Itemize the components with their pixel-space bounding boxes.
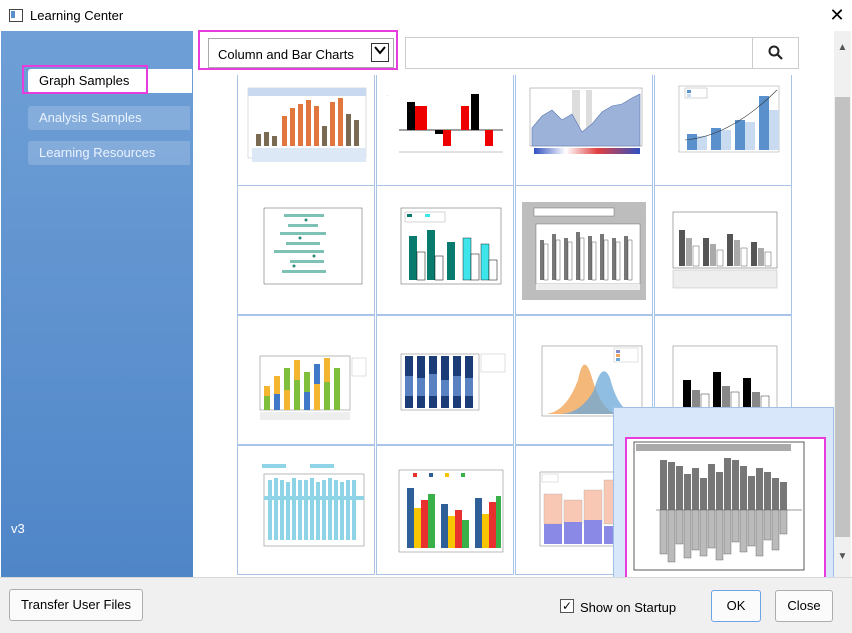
show-on-startup-label: Show on Startup <box>580 600 677 615</box>
scroll-up-icon[interactable]: ▲ <box>834 38 851 58</box>
sample-preview-image[interactable] <box>626 438 824 581</box>
transfer-user-files-button[interactable]: Transfer User Files <box>9 589 143 621</box>
scrollbar-thumb[interactable] <box>835 97 850 537</box>
svg-text:-: - <box>387 93 388 97</box>
sample-thumbnail[interactable]: - <box>376 75 514 201</box>
close-button[interactable]: Close <box>775 590 833 622</box>
sample-thumbnail[interactable] <box>654 185 792 315</box>
scroll-down-icon[interactable]: ▼ <box>834 547 851 567</box>
window-title: Learning Center <box>30 8 124 23</box>
app-icon <box>9 9 23 22</box>
sample-thumbnail[interactable] <box>376 445 514 575</box>
sidebar-item-label: Learning Resources <box>39 145 156 160</box>
sidebar-item-label: Graph Samples <box>39 73 130 88</box>
sample-thumbnail[interactable] <box>376 185 514 315</box>
sample-thumbnail[interactable] <box>654 75 792 201</box>
sample-thumbnail[interactable] <box>237 75 375 201</box>
sidebar-item-learning-resources[interactable]: Learning Resources <box>28 141 190 165</box>
sidebar-item-analysis-samples[interactable]: Analysis Samples <box>28 106 190 130</box>
search-icon <box>768 45 783 60</box>
search-button[interactable] <box>752 37 799 69</box>
category-value: Column and Bar Charts <box>218 47 354 62</box>
category-dropdown[interactable]: Column and Bar Charts <box>208 38 394 68</box>
sample-thumbnail[interactable] <box>515 75 653 201</box>
show-on-startup-checkbox[interactable]: ✓ <box>560 599 574 613</box>
close-icon[interactable]: ✕ <box>826 3 848 27</box>
sample-thumbnail[interactable] <box>515 185 653 315</box>
version-label: v3 <box>11 521 25 536</box>
sample-thumbnail[interactable] <box>237 185 375 315</box>
ok-button[interactable]: OK <box>711 590 761 622</box>
sample-thumbnail[interactable] <box>376 315 514 445</box>
search-input[interactable] <box>405 37 799 69</box>
sidebar-item-graph-samples[interactable]: Graph Samples <box>28 69 192 93</box>
sample-thumbnail[interactable] <box>237 445 375 575</box>
sample-thumbnail[interactable] <box>237 315 375 445</box>
chevron-down-icon[interactable] <box>371 43 389 62</box>
sidebar-item-label: Analysis Samples <box>39 110 142 125</box>
title-bar: Learning Center ✕ <box>0 0 852 31</box>
